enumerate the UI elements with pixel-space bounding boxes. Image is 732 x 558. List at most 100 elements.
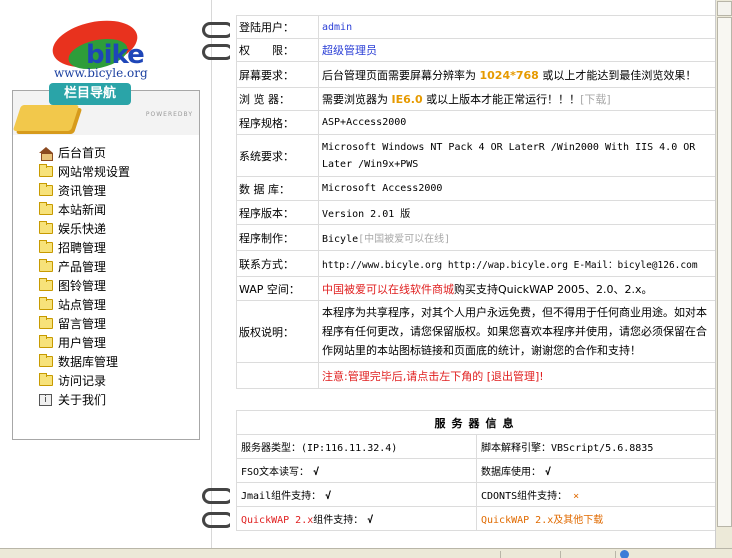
nav-item[interactable]: 娱乐快递 [39,219,189,238]
status-divider [500,551,501,558]
check-icon: √ [325,491,332,502]
browser-label: 浏 览 器： [236,87,319,111]
sys-value: Microsoft Windows NT Pack 4 OR LaterR /W… [318,134,718,177]
nav-item-label: 留言管理 [58,317,107,331]
table-row: 程序版本： Version 2.01 版 [236,200,718,225]
spec-label: 程序规格： [236,110,319,135]
folder-icon [39,259,53,272]
nav-item[interactable]: 留言管理 [39,314,189,333]
folder-icon [39,354,53,367]
nav-item-label: 站点管理 [58,298,107,312]
wap-label: WAP 空间： [236,276,319,301]
table-row: QuickWAP 2.x组件支持： √ QuickWAP 2.x及其他下载 [236,506,718,531]
perm-value: 超级管理员 [318,38,718,62]
folder-icon [39,373,53,386]
perm-label: 权 限： [236,38,319,62]
check-icon: √ [367,515,374,526]
nav-item[interactable]: i 关于我们 [39,390,189,409]
quickwap-support: QuickWAP 2.x组件支持： √ [236,506,477,531]
db-label: 数 据 库： [236,176,319,201]
table-row: FSO文本读写： √ 数据库使用： √ [236,458,718,483]
status-divider [560,551,561,558]
internet-zone-icon [620,550,629,558]
status-divider [615,551,616,558]
db-value: Microsoft Access2000 [318,176,718,201]
book-icon [12,105,80,131]
nav-item[interactable]: 本站新闻 [39,200,189,219]
db-support: 数据库使用： √ [476,458,718,483]
quickwap-download-link[interactable]: 及其他下载 [553,515,603,526]
table-row: 数 据 库： Microsoft Access2000 [236,176,718,201]
fso-label: FSO文本读写： [241,467,310,478]
binder-ring-icon [202,488,234,504]
nav-list[interactable]: 后台首页 网站常规设置 资讯管理本站新闻娱乐快递招聘管理 产品管理 图铃管理站点管理留言… [39,143,189,415]
folder-icon [39,278,53,291]
site-logo[interactable]: bike www.bicyle.org [48,13,168,84]
fso-support: FSO文本读写： √ [236,458,477,483]
browser-post: 或以上版本才能正常运行！！！ [426,93,581,106]
download-link[interactable]: [下载] [580,93,611,106]
table-row: 屏幕要求： 后台管理页面需要屏幕分辨率为 1024*768 或以上才能达到最佳浏… [236,61,718,88]
logout-notice: 注意:管理完毕后,请点击左下角的 [退出管理]! [318,362,718,389]
cross-icon: × [573,491,580,502]
copy-value: 本程序为共享程序，对其个人用户永远免费，但不得用于任何商业用途。如对本程序有任何… [318,300,718,363]
table-row: 权 限： 超级管理员 [236,38,718,62]
folder-icon [39,164,53,177]
wap-value: 中国被爱可以在线软件商城购买支持QuickWAP 2005、2.0、2.x。 [318,276,718,301]
dbuse-label: 数据库使用： [481,467,541,478]
script-engine: 脚本解释引擎：VBScript/5.6.8835 [476,434,718,459]
nav-header: 栏目导航 POWEREDBY [12,83,199,135]
nav-item[interactable]: 站点管理 [39,295,189,314]
table-row: 服务器类型：(IP:116.11.32.4) 脚本解释引擎：VBScript/5… [236,434,718,459]
binder-ring-icon [202,22,234,38]
nav-item[interactable]: 图铃管理 [39,276,189,295]
check-icon: √ [313,467,320,478]
browser-version: IE6.0 [391,93,423,106]
table-row: 登陆用户： admin [236,15,718,39]
folder-icon [39,335,53,348]
binder-ring-icon [202,512,234,528]
nav-item-label: 数据库管理 [58,355,119,369]
logo-url: www.bicyle.org [54,66,148,80]
nav-item[interactable]: 产品管理 [39,257,189,276]
nav-item[interactable]: 用户管理 [39,333,189,352]
nav-item[interactable]: 后台首页 [39,143,189,162]
scroll-thumb[interactable] [717,17,732,527]
nav-item-label: 娱乐快递 [58,222,107,236]
scroll-up-button[interactable] [717,1,732,16]
nav-item-label: 关于我们 [58,393,107,407]
binder-ring-icon [202,44,234,60]
folder-icon [39,221,53,234]
quickwap-download[interactable]: QuickWAP 2.x及其他下载 [476,506,718,531]
server-info-title: 服务器信息 [236,410,718,435]
table-row: 浏 览 器： 需要浏览器为 IE6.0 或以上版本才能正常运行！！！[下载] [236,87,718,111]
system-info-table: 登陆用户： admin 权 限： 超级管理员 屏幕要求： 后台管理页面需要屏幕分… [236,15,718,389]
nav-item-label: 本站新闻 [58,203,107,217]
maker-note-link[interactable]: [中国被爱可以在线] [358,234,450,245]
contact-value: http://www.bicyle.org http://wap.bicyle.… [318,250,718,277]
wap-post: 购买支持QuickWAP 2005、2.0、2.x。 [454,282,653,296]
vertical-scrollbar[interactable] [715,0,732,548]
cdonts-support: CDONTS组件支持： × [476,482,718,507]
nav-item[interactable]: 访问记录 [39,371,189,390]
screen-res: 1024*768 [479,68,539,82]
nav-item-label: 用户管理 [58,336,107,350]
wap-shop-link[interactable]: 中国被爱可以在线软件商城 [322,283,454,296]
server-type-label: 服务器类型： [241,443,301,454]
server-type-value: (IP:116.11.32.4) [301,443,398,454]
cdonts-label: CDONTS组件支持： [481,491,568,502]
nav-item[interactable]: 网站常规设置 [39,162,189,181]
contact-label: 联系方式： [236,250,319,277]
screen-post: 或以上才能达到最佳浏览效果！ [542,68,697,82]
table-row: 版权说明： 本程序为共享程序，对其个人用户永远免费，但不得用于任何商业用途。如对… [236,300,718,363]
nav-item[interactable]: 招聘管理 [39,238,189,257]
info-icon: i [39,393,52,406]
user-label: 登陆用户： [236,15,319,39]
folder-icon [39,240,53,253]
maker-label: 程序制作： [236,224,319,251]
table-row: 程序规格： ASP+Access2000 [236,110,718,135]
table-row: 联系方式： http://www.bicyle.org http://wap.b… [236,250,718,277]
nav-item[interactable]: 数据库管理 [39,352,189,371]
quickwap-download-name[interactable]: QuickWAP 2.x [481,515,553,526]
nav-item[interactable]: 资讯管理 [39,181,189,200]
